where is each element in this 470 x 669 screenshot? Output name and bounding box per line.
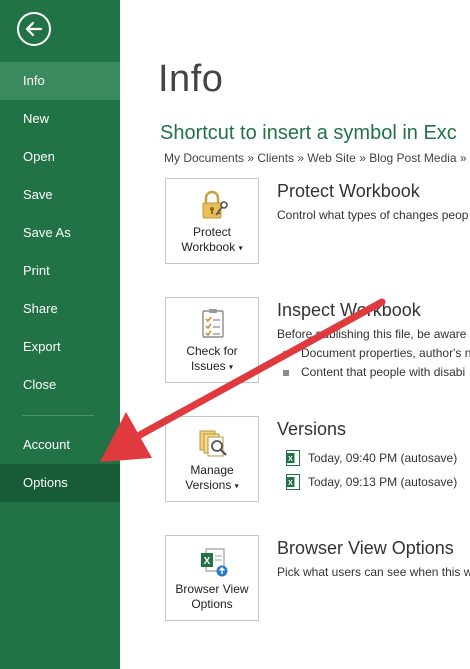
- annotation-arrow: [100, 298, 386, 462]
- arrow-head: [100, 412, 152, 462]
